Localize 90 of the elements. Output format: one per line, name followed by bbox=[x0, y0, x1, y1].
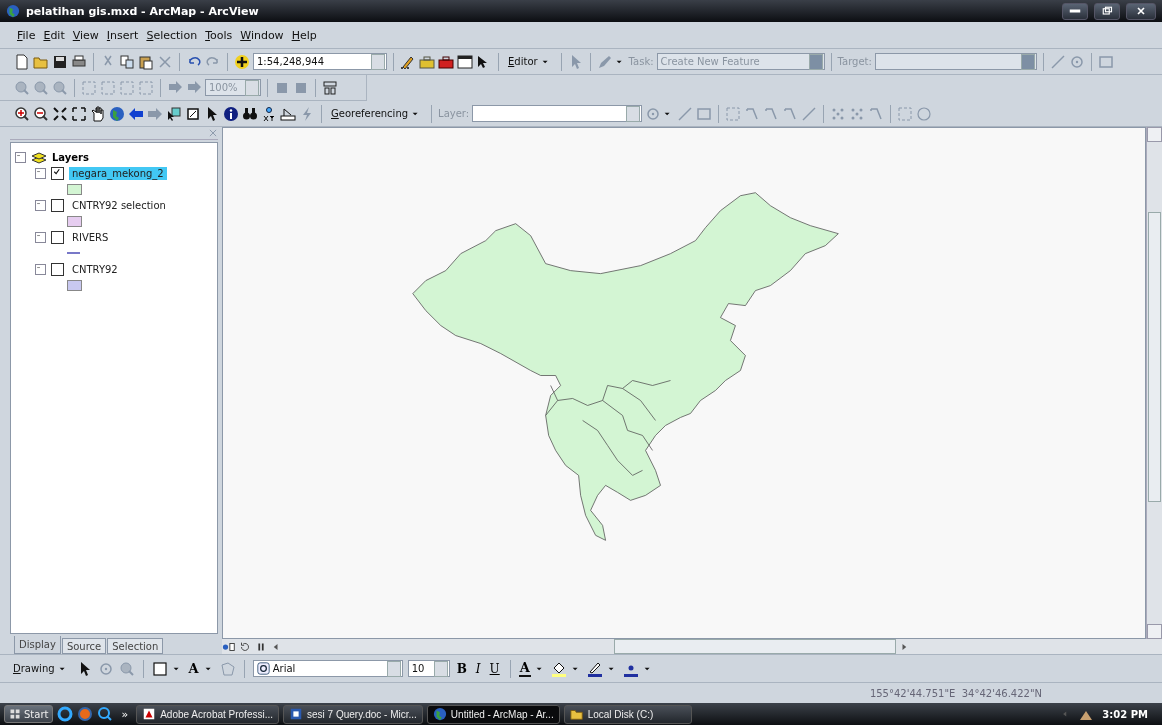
layer-name[interactable]: CNTRY92 selection bbox=[69, 198, 169, 212]
minimize-button[interactable] bbox=[1062, 2, 1088, 20]
restore-icon bbox=[1101, 5, 1113, 17]
close-button[interactable] bbox=[1126, 2, 1156, 20]
georeferencing-menu[interactable]: Georeferencing bbox=[328, 107, 426, 120]
globe-icon bbox=[6, 4, 20, 18]
layer-dropdown[interactable] bbox=[472, 105, 643, 122]
font-color-button[interactable]: A bbox=[518, 660, 531, 677]
globe-icon[interactable] bbox=[109, 105, 125, 122]
search-icon[interactable] bbox=[97, 706, 114, 722]
coordinates-readout: 155°42'44.751"E 34°42'46.422"N bbox=[869, 687, 1042, 699]
line-color-icon[interactable] bbox=[586, 660, 603, 677]
target-dropdown[interactable] bbox=[874, 53, 1037, 70]
target-label: Target: bbox=[837, 56, 872, 67]
vertical-scrollbar[interactable] bbox=[1146, 127, 1162, 639]
text-tool-button[interactable]: A bbox=[187, 661, 200, 676]
measure-icon[interactable] bbox=[280, 105, 296, 122]
taskbar-button[interactable]: Local Disk (C:) bbox=[563, 704, 692, 724]
menu-item[interactable]: Edit bbox=[40, 26, 68, 44]
windows-icon bbox=[9, 708, 21, 720]
font-size-dropdown[interactable]: 10 bbox=[407, 660, 450, 677]
menu-item[interactable]: Window bbox=[237, 26, 287, 44]
firefox-icon[interactable] bbox=[77, 706, 94, 722]
menu-item[interactable]: Help bbox=[288, 26, 320, 44]
clear-selection-icon[interactable] bbox=[185, 105, 201, 122]
task-label: Task: bbox=[628, 56, 654, 67]
collapse-toggle[interactable] bbox=[35, 263, 46, 275]
zoom-in-icon[interactable] bbox=[14, 105, 30, 122]
save-icon[interactable] bbox=[52, 53, 68, 70]
layer-name[interactable]: RIVERS bbox=[69, 230, 112, 244]
layer-checkbox[interactable] bbox=[51, 198, 64, 212]
add-data-icon[interactable] bbox=[234, 53, 250, 70]
layer-checkbox[interactable] bbox=[51, 230, 64, 244]
text-style-button[interactable]: B bbox=[454, 661, 469, 676]
panel-tab[interactable]: Source bbox=[61, 638, 107, 654]
clock: 3:02 PM bbox=[1102, 708, 1148, 720]
layers-icon bbox=[31, 149, 47, 165]
pdf-icon bbox=[142, 707, 157, 721]
window-icon[interactable] bbox=[457, 53, 473, 70]
menu-item[interactable]: Tools bbox=[202, 26, 236, 44]
collapse-toggle[interactable] bbox=[35, 231, 46, 243]
font-dropdown[interactable]: Arial bbox=[252, 660, 403, 677]
zoom-out-icon[interactable] bbox=[33, 105, 49, 122]
change-layout-icon[interactable] bbox=[322, 79, 338, 96]
printer-icon[interactable] bbox=[71, 53, 87, 70]
xy-icon[interactable] bbox=[261, 105, 277, 122]
horizontal-scrollbar[interactable] bbox=[614, 639, 896, 654]
new-document-icon[interactable] bbox=[14, 53, 30, 70]
taskbar-button[interactable]: Untitled - ArcMap - Ar... bbox=[426, 704, 560, 724]
menu-item[interactable]: Insert bbox=[103, 26, 142, 44]
info-icon[interactable] bbox=[223, 105, 239, 122]
browser-icon[interactable] bbox=[57, 706, 74, 722]
menu-item[interactable]: File bbox=[14, 26, 39, 44]
editor-menu[interactable]: Editor bbox=[505, 55, 555, 68]
panel-tab[interactable]: Display bbox=[14, 636, 61, 654]
taskbar-button[interactable]: Adobe Acrobat Professi... bbox=[136, 704, 279, 724]
start-button[interactable]: Start bbox=[4, 705, 54, 723]
drawing-menu[interactable]: Drawing bbox=[10, 662, 72, 675]
panel-tab[interactable]: Selection bbox=[107, 638, 164, 654]
text-style-button[interactable]: I bbox=[473, 661, 483, 676]
copy-icon[interactable] bbox=[119, 53, 135, 70]
hand-icon[interactable] bbox=[90, 105, 106, 122]
collapse-toggle[interactable] bbox=[15, 151, 26, 163]
more-button[interactable]: » bbox=[117, 707, 133, 721]
restore-button[interactable] bbox=[1094, 2, 1120, 20]
layer-name[interactable]: negara_mekong_2 bbox=[69, 166, 167, 180]
layer-checkbox[interactable] bbox=[51, 262, 64, 276]
doc-icon bbox=[289, 707, 303, 721]
layer-name[interactable]: CNTRY92 bbox=[69, 262, 121, 276]
layers-root-label[interactable]: Layers bbox=[52, 151, 89, 163]
layer-label: Layer: bbox=[438, 108, 470, 119]
collapse-toggle[interactable] bbox=[35, 167, 46, 179]
menu-item[interactable]: View bbox=[69, 26, 102, 44]
collapse-toggle[interactable] bbox=[35, 199, 46, 211]
folder-icon bbox=[569, 707, 584, 721]
taskbar-button[interactable]: sesi 7 Query.doc - Micr... bbox=[283, 704, 423, 724]
rectangle-icon[interactable] bbox=[151, 660, 168, 677]
select-features-icon[interactable] bbox=[166, 105, 182, 122]
fill-color-icon[interactable] bbox=[550, 660, 567, 677]
globe-icon bbox=[432, 707, 447, 721]
menu-item[interactable]: Selection bbox=[143, 26, 201, 44]
paste-icon[interactable] bbox=[138, 53, 154, 70]
close-icon bbox=[1135, 5, 1147, 17]
scale-field[interactable]: 1:54,248,944 bbox=[253, 53, 387, 70]
case-icon[interactable] bbox=[438, 53, 454, 70]
window-title: pelatihan gis.mxd - ArcMap - ArcView bbox=[26, 4, 260, 18]
binoculars-icon[interactable] bbox=[242, 105, 258, 122]
layer-checkbox[interactable] bbox=[51, 166, 64, 180]
text-style-button[interactable]: U bbox=[487, 661, 502, 676]
font-icon bbox=[256, 662, 270, 675]
